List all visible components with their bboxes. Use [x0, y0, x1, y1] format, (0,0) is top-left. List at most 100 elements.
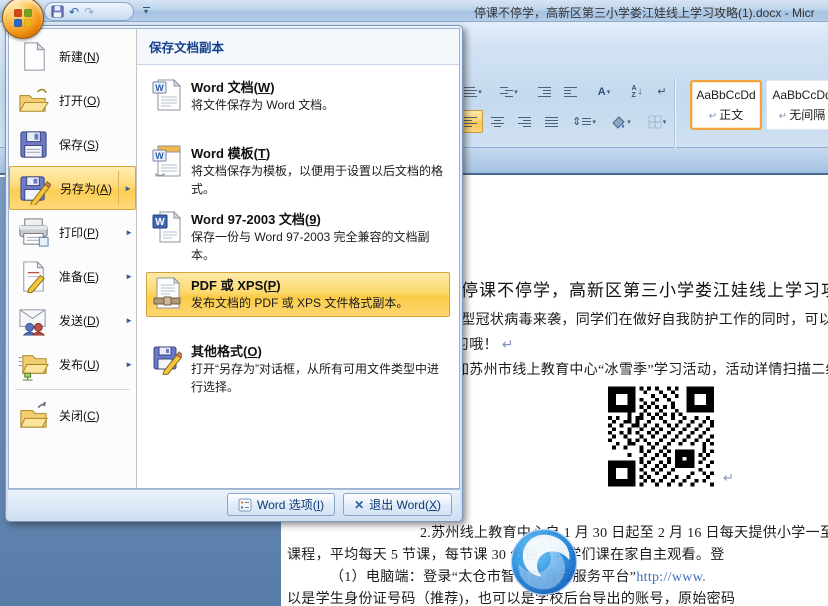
- menu-item-label: 新建(N): [59, 48, 100, 65]
- style-sample: AaBbCcDd: [772, 88, 828, 102]
- menu-item-label: 保存(S): [59, 136, 99, 153]
- document-line: 2.苏州线上教育中心自 1 月 30 日起至 2 月 16 日每天提供小学一至: [420, 522, 828, 542]
- multilevel-list-button[interactable]: ▾: [494, 80, 524, 103]
- submenu-item-title: Word 97-2003 文档(9): [191, 210, 444, 229]
- submenu-item-other-formats[interactable]: 其他格式(O) 打开“另存为”对话框，从所有可用文件类型中进行选择。: [140, 334, 456, 400]
- hyperlink[interactable]: http://www.: [636, 570, 706, 585]
- new-document-icon: [17, 40, 50, 73]
- chevron-down-icon: ▾: [592, 118, 596, 126]
- paint-bucket-icon: [611, 115, 626, 129]
- show-marks-button[interactable]: ↵: [652, 80, 672, 103]
- office-menu: 新建(N) 打开(O): [5, 25, 463, 522]
- document-line: 习哦！ ↵: [455, 334, 514, 354]
- office-menu-footer: Word 选项(I) ✕ 退出 Word(X): [8, 489, 460, 519]
- submenu-arrow-icon: ►: [125, 272, 133, 281]
- menu-item-label: 发送(D): [59, 312, 100, 329]
- menu-item-label: 打印(P): [59, 224, 99, 241]
- asian-layout-icon: A: [598, 86, 606, 98]
- other-formats-icon: [152, 343, 182, 375]
- redo-icon[interactable]: ↷: [84, 6, 94, 18]
- menu-item-label: 关闭(C): [59, 407, 100, 424]
- style-name: ↵无间隔: [779, 106, 825, 123]
- publish-icon: [17, 348, 50, 381]
- align-right-button[interactable]: [512, 110, 537, 133]
- submenu-item-description: 将文件保存为 Word 文档。: [191, 97, 444, 115]
- pilcrow-icon: ↵: [723, 470, 734, 486]
- justify-button[interactable]: [539, 110, 564, 133]
- prepare-icon: [17, 260, 50, 293]
- numbered-list-icon: [464, 85, 477, 99]
- undo-icon[interactable]: ↶: [69, 6, 79, 18]
- menu-item-send[interactable]: 发送(D) ►: [9, 298, 136, 342]
- submenu-item-word-document[interactable]: W Word 文档(W) 将文件保存为 Word 文档。: [140, 70, 456, 136]
- menu-item-label: 打开(O): [59, 92, 100, 109]
- asian-layout-button[interactable]: A ▾: [588, 80, 620, 103]
- menu-item-save[interactable]: 保存(S): [9, 122, 136, 166]
- multilevel-list-icon: [500, 85, 513, 99]
- decrease-indent-button[interactable]: [532, 80, 556, 103]
- exit-word-button[interactable]: ✕ 退出 Word(X): [343, 493, 452, 516]
- style-name: ↵正文: [709, 106, 743, 123]
- menu-item-save-as[interactable]: 另存为(A) ►: [9, 166, 136, 210]
- menu-item-label: 准备(E): [59, 268, 99, 285]
- submenu-item-pdf-xps[interactable]: PDF 或 XPS(P) 发布文档的 PDF 或 XPS 文件格式副本。: [140, 268, 456, 334]
- send-icon: [17, 304, 50, 337]
- sort-button[interactable]: AZ ↓: [624, 80, 650, 103]
- menu-item-open[interactable]: 打开(O): [9, 78, 136, 122]
- print-icon: [17, 216, 50, 249]
- chevron-down-icon: ▾: [663, 118, 667, 126]
- submenu-item-word-template[interactable]: W Word 模板(T) 将文档保存为模板，以便用于设置以后文档的格式。: [140, 136, 456, 202]
- style-chip-no-spacing[interactable]: AaBbCcDd ↵无间隔: [766, 80, 828, 130]
- save-icon: [17, 128, 50, 161]
- office-logo-icon: [14, 9, 33, 28]
- style-sample: AaBbCcDd: [696, 88, 755, 102]
- exit-icon: ✕: [354, 498, 364, 512]
- line-spacing-button[interactable]: ⇕ ▾: [568, 110, 600, 133]
- menu-separator: [15, 389, 130, 390]
- submenu-arrow-icon: ►: [125, 360, 133, 369]
- word-97-2003-icon: W: [152, 211, 182, 243]
- save-as-icon: [18, 172, 51, 205]
- chevron-down-icon: ▾: [627, 118, 631, 126]
- open-folder-icon: [17, 84, 50, 117]
- menu-item-new[interactable]: 新建(N): [9, 34, 136, 78]
- menu-item-close[interactable]: 关闭(C): [9, 393, 136, 437]
- word-options-button[interactable]: Word 选项(I): [227, 493, 335, 516]
- document-line: 新型冠状病毒来袭，同学们在做好自我防护工作的同时，可以继: [447, 309, 828, 329]
- submenu-item-description: 发布文档的 PDF 或 XPS 文件格式副本。: [191, 295, 444, 313]
- decrease-indent-icon: [538, 85, 551, 99]
- align-left-icon: [464, 115, 477, 129]
- word-window: ▾ ▾ A ▾ AZ ↓ ↵: [0, 0, 828, 606]
- menu-item-prepare[interactable]: 准备(E) ►: [9, 254, 136, 298]
- shading-button[interactable]: ▾: [604, 110, 638, 133]
- menu-item-print[interactable]: 打印(P) ►: [9, 210, 136, 254]
- submenu-header: 保存文档副本: [137, 29, 459, 65]
- submenu-item-description: 将文档保存为模板，以便用于设置以后文档的格式。: [191, 163, 444, 198]
- submenu-arrow-icon: ►: [118, 171, 132, 205]
- align-right-icon: [518, 115, 531, 129]
- qr-code: [604, 383, 718, 490]
- submenu-item-word-97-2003[interactable]: W Word 97-2003 文档(9) 保存一份与 Word 97-2003 …: [140, 202, 456, 268]
- submenu-arrow-icon: ►: [125, 316, 133, 325]
- pilcrow-icon: ↵: [709, 111, 717, 122]
- sort-icon: AZ: [631, 85, 636, 99]
- office-menu-left-pane: 新建(N) 打开(O): [9, 29, 137, 488]
- word-options-label: Word 选项(I): [257, 496, 324, 513]
- increase-indent-button[interactable]: [558, 80, 582, 103]
- save-icon[interactable]: [51, 5, 64, 18]
- pilcrow-icon: ↵: [779, 111, 787, 122]
- submenu-item-title: 其他格式(O): [191, 342, 444, 361]
- align-center-button[interactable]: [485, 110, 510, 133]
- borders-button[interactable]: ▾: [642, 110, 672, 133]
- word-document-icon: W: [152, 79, 182, 111]
- pilcrow-icon: ↵: [502, 338, 514, 353]
- save-as-submenu: 保存文档副本 W Word 文档(W): [137, 29, 459, 488]
- style-chip-normal[interactable]: AaBbCcDd ↵正文: [690, 80, 762, 130]
- menu-item-publish[interactable]: 发布(U) ►: [9, 342, 136, 386]
- svg-text:W: W: [155, 83, 164, 93]
- submenu-item-title: PDF 或 XPS(P): [191, 276, 444, 295]
- customize-quick-access-icon[interactable]: ▾: [138, 3, 154, 20]
- close-document-icon: [17, 399, 50, 432]
- line-spacing-icon: ⇕: [572, 115, 581, 128]
- line-spacing-lines-icon: [582, 116, 591, 127]
